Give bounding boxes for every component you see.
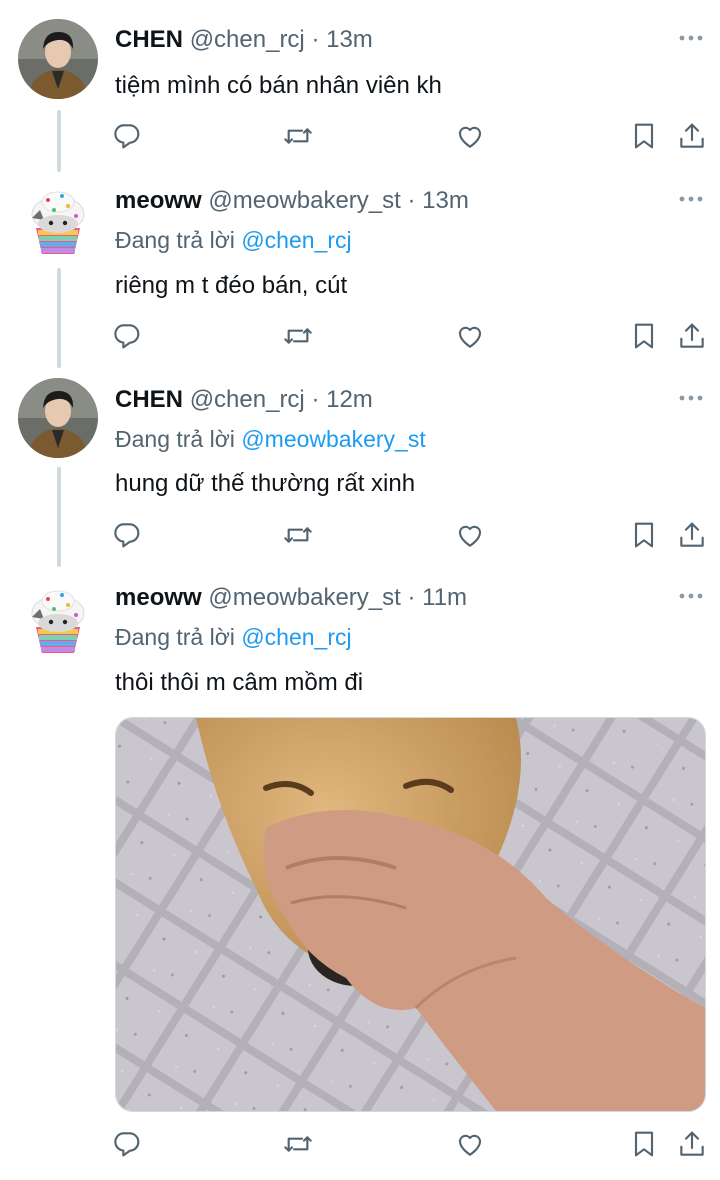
reply-prefix: Đang trả lời — [115, 426, 235, 452]
separator-dot: · — [311, 386, 320, 413]
bookmark-icon[interactable] — [628, 519, 660, 551]
action-bar — [0, 120, 720, 154]
reply-icon[interactable] — [110, 519, 142, 551]
share-icon[interactable] — [676, 320, 708, 352]
user-handle[interactable]: @meowbakery_st — [208, 584, 400, 611]
reply-prefix: Đang trả lời — [115, 624, 235, 650]
share-icon[interactable] — [676, 519, 708, 551]
avatar[interactable] — [18, 19, 98, 99]
timestamp[interactable]: 13m — [326, 26, 373, 53]
tweet-header: CHEN @chen_rcj · 12m — [115, 386, 373, 414]
person-avatar-icon — [18, 378, 98, 458]
tweet[interactable]: CHEN @chen_rcj · 12m Đang trả lời @meowb… — [0, 371, 720, 571]
reply-context: Đang trả lời @chen_rcj — [115, 624, 352, 651]
reply-mention-link[interactable]: @chen_rcj — [241, 227, 351, 253]
display-name[interactable]: CHEN — [115, 386, 183, 413]
tweet-text: hung dữ thế thường rất xinh — [115, 470, 416, 497]
retweet-icon[interactable] — [282, 120, 314, 152]
tweet[interactable]: meoww @meowbakery_st · 13m Đang trả lời … — [0, 175, 720, 371]
separator-dot: · — [311, 26, 320, 53]
tweet-text: riêng m t đéo bán, cút — [115, 272, 348, 299]
user-handle[interactable]: @meowbakery_st — [208, 187, 400, 214]
tweet-header: meoww @meowbakery_st · 11m — [115, 584, 467, 612]
action-bar — [0, 519, 720, 553]
timestamp[interactable]: 13m — [422, 187, 469, 214]
tweet-text: thôi thôi m câm mồm đi — [115, 669, 364, 696]
bookmark-icon[interactable] — [628, 320, 660, 352]
like-icon[interactable] — [454, 120, 486, 152]
retweet-icon[interactable] — [282, 320, 314, 352]
tweet[interactable]: CHEN @chen_rcj · 13m tiệm mình có bán nh… — [0, 0, 720, 175]
tweet-header: CHEN @chen_rcj · 13m — [115, 26, 373, 54]
tweet-text: tiệm mình có bán nhân viên kh — [115, 72, 442, 99]
dog-nose-held-by-hand-photo[interactable] — [115, 717, 706, 1112]
reply-icon[interactable] — [110, 1128, 142, 1160]
display-name[interactable]: meoww — [115, 584, 202, 611]
reply-prefix: Đang trả lời — [115, 227, 235, 253]
cupcake-cat-avatar-icon — [18, 579, 98, 659]
more-options-icon[interactable] — [678, 394, 704, 402]
like-icon[interactable] — [454, 1128, 486, 1160]
timestamp[interactable]: 12m — [326, 386, 373, 413]
separator-dot: · — [407, 187, 416, 214]
bookmark-icon[interactable] — [628, 1128, 660, 1160]
action-bar — [0, 1128, 720, 1162]
action-bar — [0, 320, 720, 354]
display-name[interactable]: meoww — [115, 187, 202, 214]
tweet[interactable]: meoww @meowbakery_st · 11m Đang trả lời … — [0, 571, 720, 1180]
retweet-icon[interactable] — [282, 519, 314, 551]
reply-icon[interactable] — [110, 320, 142, 352]
reply-context: Đang trả lời @chen_rcj — [115, 227, 352, 254]
more-options-icon[interactable] — [678, 592, 704, 600]
timestamp[interactable]: 11m — [422, 584, 467, 611]
more-options-icon[interactable] — [678, 195, 704, 203]
cupcake-cat-avatar-icon — [18, 180, 98, 260]
bookmark-icon[interactable] — [628, 120, 660, 152]
reply-icon[interactable] — [110, 120, 142, 152]
tweet-header: meoww @meowbakery_st · 13m — [115, 187, 469, 215]
reply-context: Đang trả lời @meowbakery_st — [115, 426, 426, 453]
user-handle[interactable]: @chen_rcj — [190, 386, 305, 413]
reply-mention-link[interactable]: @chen_rcj — [241, 624, 351, 650]
reply-mention-link[interactable]: @meowbakery_st — [241, 426, 425, 452]
avatar[interactable] — [18, 180, 98, 260]
person-avatar-icon — [18, 19, 98, 99]
avatar[interactable] — [18, 378, 98, 458]
like-icon[interactable] — [454, 519, 486, 551]
user-handle[interactable]: @chen_rcj — [190, 26, 305, 53]
more-options-icon[interactable] — [678, 34, 704, 42]
share-icon[interactable] — [676, 1128, 708, 1160]
display-name[interactable]: CHEN — [115, 26, 183, 53]
separator-dot: · — [407, 584, 416, 611]
avatar[interactable] — [18, 579, 98, 659]
retweet-icon[interactable] — [282, 1128, 314, 1160]
share-icon[interactable] — [676, 120, 708, 152]
like-icon[interactable] — [454, 320, 486, 352]
